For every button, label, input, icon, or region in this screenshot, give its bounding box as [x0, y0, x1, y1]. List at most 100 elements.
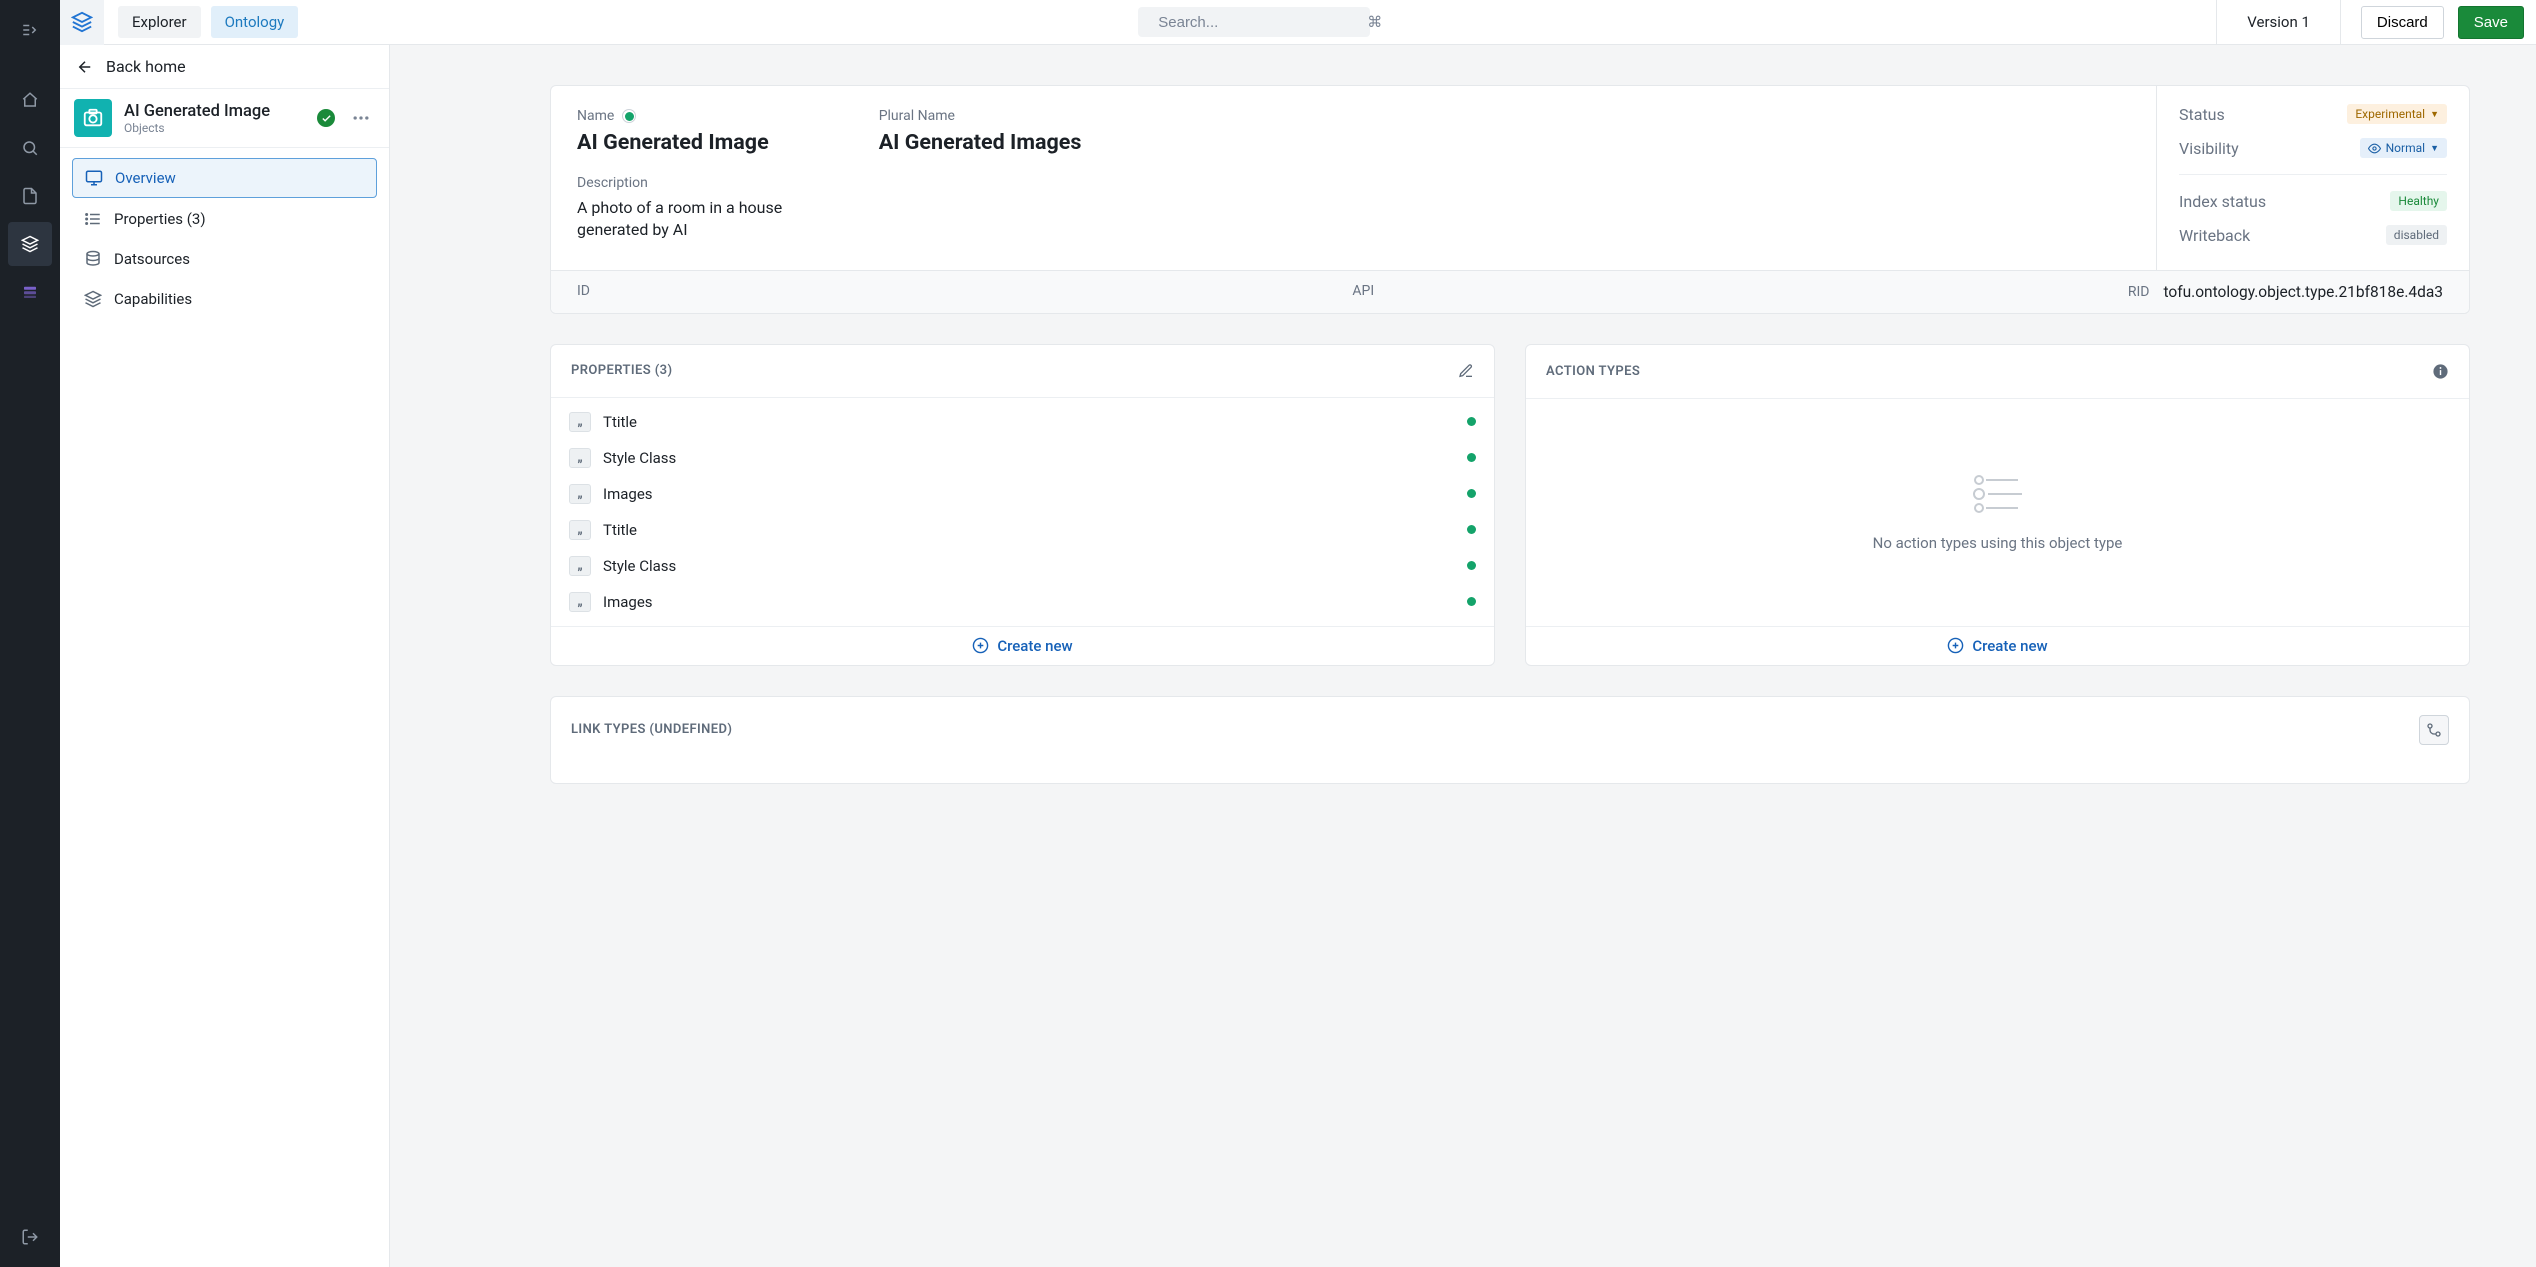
rail-box[interactable] [8, 222, 52, 266]
property-label: Ttitle [603, 521, 637, 539]
index-label: Index status [2179, 192, 2266, 211]
action-types-create-new[interactable]: Create new [1526, 626, 2469, 665]
link-types-panel: LINK TYPES (UNDEFINED) [550, 696, 2470, 784]
version-label: Version 1 [2237, 13, 2320, 31]
search-input[interactable] [1156, 13, 1359, 32]
link-types-header: LINK TYPES (UNDEFINED) [571, 722, 732, 737]
tab-ontology[interactable]: Ontology [211, 6, 299, 38]
list-icon [84, 210, 102, 228]
edit-icon[interactable] [1458, 363, 1474, 379]
overview-panel: Name AI Generated Image Plural Name AI G… [550, 85, 2470, 314]
id-label: ID [577, 283, 1352, 301]
info-icon[interactable] [2432, 363, 2449, 380]
rail-file[interactable] [8, 174, 52, 218]
back-home[interactable]: Back home [60, 45, 389, 89]
rail-logout[interactable] [8, 1215, 52, 1259]
discard-button[interactable]: Discard [2361, 6, 2444, 39]
properties-header: PROPERTIES (3) [571, 363, 672, 378]
property-row[interactable]: „Style Class [559, 548, 1486, 584]
index-pill: Healthy [2390, 191, 2447, 211]
database-icon [84, 250, 102, 268]
rail-search[interactable] [8, 126, 52, 170]
sidebar-nav: Overview Properties (3) Datsources [60, 148, 389, 328]
properties-panel: PROPERTIES (3) „ Ttitle „ Style Class „ Image… [550, 344, 1495, 666]
string-type-icon: „ [569, 592, 591, 612]
layers-icon [84, 290, 102, 308]
rid-value: tofu.ontology.object.type.21bf818e.4da3 [2163, 283, 2443, 301]
object-header: AI Generated Image Objects [60, 89, 389, 148]
rail-expand[interactable] [8, 8, 52, 52]
status-dot-icon [1467, 417, 1476, 426]
plural-value: AI Generated Images [879, 130, 1082, 155]
mode-tabs: Explorer Ontology [118, 6, 298, 38]
status-check-icon [317, 109, 335, 127]
nav-rail [0, 0, 60, 1267]
property-label: Images [603, 593, 653, 611]
properties-create-new[interactable]: Create new [551, 626, 1494, 665]
description-label: Description [577, 175, 2130, 191]
search-shortcut: ⌘ [1367, 13, 1382, 31]
plural-label: Plural Name [879, 108, 1082, 124]
action-types-header: ACTION TYPES [1546, 364, 1640, 379]
string-type-icon: „ [569, 484, 591, 504]
search-bar[interactable]: ⌘ [1138, 7, 1370, 37]
property-label: Images [603, 485, 653, 503]
object-title: AI Generated Image [124, 102, 270, 121]
more-menu[interactable] [347, 104, 375, 132]
property-row[interactable]: „ Style Class [559, 440, 1486, 476]
name-value: AI Generated Image [577, 130, 769, 155]
status-pill[interactable]: Experimental▼ [2347, 104, 2447, 124]
link-types-view-button[interactable] [2419, 715, 2449, 745]
eye-icon [2368, 142, 2381, 155]
save-button[interactable]: Save [2458, 6, 2524, 39]
sidebar-item-datasources[interactable]: Datsources [72, 240, 377, 278]
sidebar: Back home AI Generated Image Objects [60, 45, 390, 1267]
name-label: Name [577, 108, 769, 124]
tab-explorer[interactable]: Explorer [118, 6, 201, 38]
arrow-left-icon [76, 58, 94, 76]
sidebar-item-label: Capabilities [114, 290, 192, 308]
sidebar-item-capabilities[interactable]: Capabilities [72, 280, 377, 318]
object-subtitle: Objects [124, 121, 270, 135]
status-dot-icon [1467, 489, 1476, 498]
canvas: Name AI Generated Image Plural Name AI G… [390, 45, 2536, 1267]
sidebar-item-properties[interactable]: Properties (3) [72, 200, 377, 238]
rail-home[interactable] [8, 78, 52, 122]
writeback-pill: disabled [2386, 225, 2447, 245]
action-types-empty: No action types using this object type [1526, 399, 2469, 626]
caret-down-icon: ▼ [2430, 143, 2439, 154]
writeback-label: Writeback [2179, 226, 2250, 245]
string-type-icon: „ [569, 556, 591, 576]
sidebar-item-overview[interactable]: Overview [72, 158, 377, 198]
rid-label: RID [2128, 284, 2150, 300]
object-icon [74, 99, 112, 137]
property-row[interactable]: „ Ttitle [559, 512, 1486, 548]
status-dot-icon [1467, 525, 1476, 534]
description-value: A photo of a room in a house generated b… [577, 197, 837, 242]
sidebar-item-label: Datsources [114, 250, 190, 268]
visibility-pill[interactable]: Normal▼ [2360, 138, 2447, 158]
status-dot-icon [1467, 561, 1476, 570]
topbar: Explorer Ontology ⌘ Version 1 Discard Sa… [60, 0, 2536, 45]
action-types-panel: ACTION TYPES No action types using this … [1525, 344, 2470, 666]
api-label: API [1352, 283, 2127, 301]
branch-icon [2426, 722, 2442, 738]
caret-down-icon: ▼ [2430, 109, 2439, 120]
sidebar-item-label: Properties (3) [114, 210, 206, 228]
sidebar-item-label: Overview [115, 169, 176, 187]
plus-circle-icon [1947, 637, 1964, 654]
property-row[interactable]: „ Images [559, 584, 1486, 620]
string-type-icon: „ [569, 520, 591, 540]
empty-state-icon [1970, 472, 2026, 516]
back-label: Back home [106, 57, 186, 76]
status-label: Status [2179, 105, 2225, 124]
id-strip: ID API RID tofu.ontology.object.type.21b… [551, 270, 2469, 313]
property-row[interactable]: „Ttitle [559, 404, 1486, 440]
status-dot-icon [1467, 453, 1476, 462]
property-row[interactable]: „ Images [559, 476, 1486, 512]
string-type-icon: „ [569, 448, 591, 468]
string-type-icon: „ [569, 412, 591, 432]
property-label: Style Class [603, 449, 676, 467]
rail-data[interactable] [8, 270, 52, 314]
visibility-label: Visibility [2179, 139, 2239, 158]
